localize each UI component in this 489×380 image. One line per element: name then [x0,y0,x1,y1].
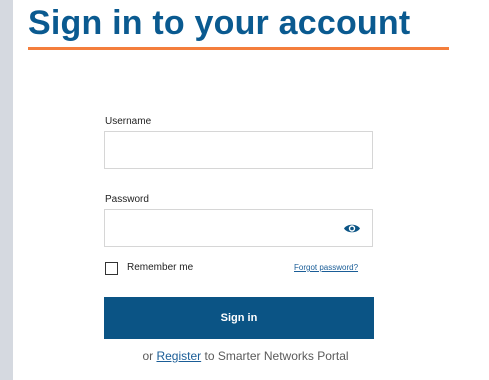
remember-me-checkbox[interactable] [105,262,118,275]
password-field-box [104,209,373,247]
password-input[interactable] [105,210,372,246]
register-link[interactable]: Register [156,349,201,363]
register-prefix: or [142,349,154,363]
register-line: or Register to Smarter Networks Portal [0,349,489,363]
forgot-password-link[interactable]: Forgot password? [294,263,358,272]
register-suffix: to Smarter Networks Portal [204,349,349,363]
username-field-box [104,131,373,169]
remember-me-label: Remember me [127,262,194,273]
page-title: Sign in to your account [28,4,411,42]
title-underline [28,47,449,50]
right-edge [479,0,489,380]
password-label: Password [105,194,149,205]
username-label: Username [105,116,152,127]
left-rail [0,0,13,380]
username-input[interactable] [105,132,372,168]
eye-icon[interactable] [343,222,361,235]
sign-in-button[interactable]: Sign in [104,297,374,339]
